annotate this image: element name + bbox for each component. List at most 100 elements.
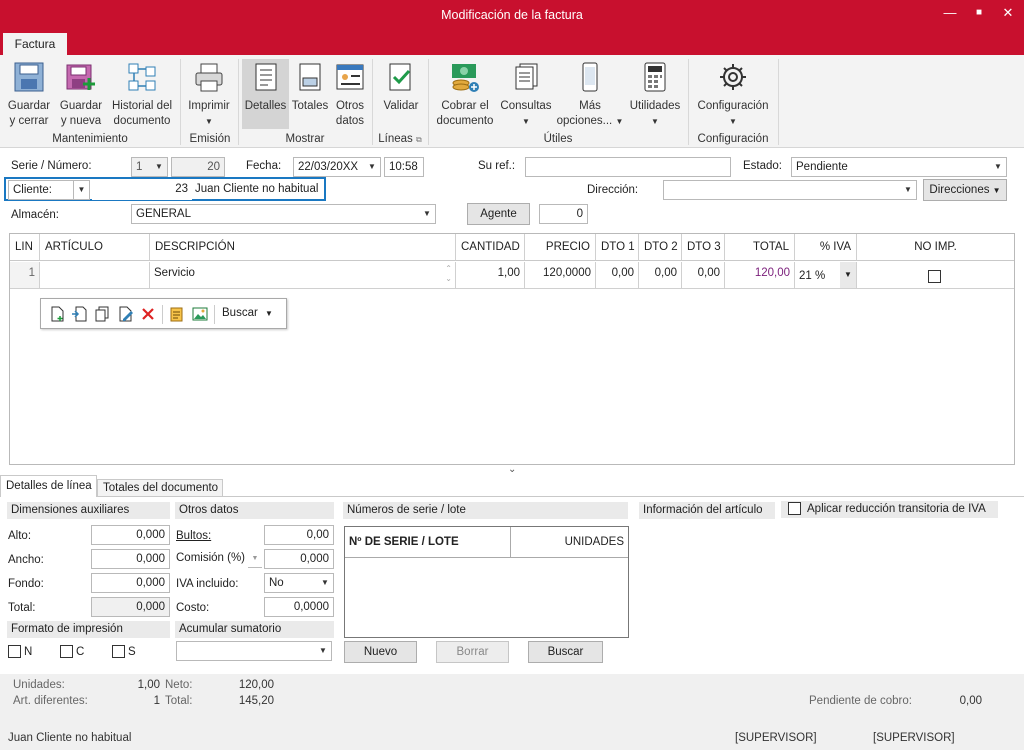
- maximize-button[interactable]: ■: [967, 4, 991, 24]
- scroll-arrows-icon: ⌃ ⌄: [445, 264, 452, 283]
- chevron-down-icon: ▼: [205, 117, 213, 126]
- minimize-button[interactable]: —: [938, 4, 962, 24]
- delete-line-icon[interactable]: [140, 306, 156, 322]
- history-button[interactable]: Historial del documento: [108, 61, 176, 129]
- direcciones-button[interactable]: Direcciones ▼: [923, 179, 1007, 201]
- save-close-button[interactable]: Guardar y cerrar: [4, 61, 54, 129]
- collect-button[interactable]: Cobrar el documento: [434, 61, 496, 129]
- col-lin[interactable]: LIN: [10, 234, 40, 261]
- lines-grid: LIN ARTÍCULO DESCRIPCIÓN CANTIDAD PRECIO…: [9, 233, 1015, 465]
- tab-factura[interactable]: Factura: [3, 33, 67, 56]
- col-descripcion[interactable]: DESCRIPCIÓN: [150, 234, 456, 261]
- row-iva-select[interactable]: 21 % ▼: [795, 262, 857, 289]
- save-close-icon: [14, 62, 44, 92]
- acumular-header: Acumular sumatorio: [175, 621, 334, 638]
- chevron-down-icon: ▼: [368, 162, 376, 171]
- queries-button[interactable]: Consultas ▼: [498, 61, 554, 129]
- acumular-select[interactable]: ▼: [176, 641, 332, 661]
- status-cliente: Juan Cliente no habitual: [8, 732, 132, 744]
- print-button[interactable]: Imprimir ▼: [185, 61, 233, 129]
- other-data-button[interactable]: Otros datos: [332, 61, 368, 129]
- row-articulo[interactable]: [40, 262, 150, 289]
- cliente-name: Juan Cliente no habitual: [195, 183, 319, 195]
- image-icon[interactable]: [192, 306, 208, 322]
- fondo-field[interactable]: 0,000: [91, 573, 170, 593]
- close-button[interactable]: ✕: [996, 4, 1020, 24]
- row-cantidad[interactable]: 1,00: [456, 262, 525, 289]
- direccion-label: Dirección:: [587, 184, 639, 196]
- ancho-field[interactable]: 0,000: [91, 549, 170, 569]
- comision-field[interactable]: 0,000: [264, 549, 334, 569]
- iva-incluido-select[interactable]: No ▼: [264, 573, 334, 593]
- bultos-field[interactable]: 0,00: [264, 525, 334, 545]
- col-iva[interactable]: % IVA: [795, 234, 857, 261]
- direccion-select[interactable]: ▼: [663, 180, 917, 200]
- edit-line-icon[interactable]: [117, 306, 133, 322]
- series-col-unidades[interactable]: UNIDADES: [511, 527, 628, 558]
- col-dto1[interactable]: DTO 1: [596, 234, 639, 261]
- row-dto2[interactable]: 0,00: [639, 262, 682, 289]
- almacen-select[interactable]: GENERAL ▼: [131, 204, 436, 224]
- cliente-type-select[interactable]: Cliente: ▼: [8, 180, 90, 200]
- notes-icon[interactable]: [169, 306, 185, 322]
- formato-n-checkbox[interactable]: [8, 645, 21, 658]
- costo-field[interactable]: 0,0000: [264, 597, 334, 617]
- row-descripcion[interactable]: Servicio ⌃ ⌄: [150, 262, 456, 289]
- pendiente-label: Pendiente de cobro:: [809, 695, 912, 707]
- group-configuracion: Configuración: [697, 133, 769, 145]
- serie-select[interactable]: 1 ▼: [131, 157, 168, 177]
- row-precio[interactable]: 120,0000: [525, 262, 596, 289]
- col-precio[interactable]: PRECIO: [525, 234, 596, 261]
- suref-field[interactable]: [525, 157, 731, 177]
- row-dto3[interactable]: 0,00: [682, 262, 725, 289]
- col-dto2[interactable]: DTO 2: [639, 234, 682, 261]
- col-dto3[interactable]: DTO 3: [682, 234, 725, 261]
- fecha-field[interactable]: 22/03/20XX ▼: [293, 157, 381, 177]
- series-col-serie[interactable]: Nº DE SERIE / LOTE: [345, 527, 511, 558]
- series-nuevo-button[interactable]: Nuevo: [344, 641, 417, 663]
- col-articulo[interactable]: ARTÍCULO: [40, 234, 150, 261]
- validate-button[interactable]: Validar: [378, 61, 424, 114]
- totals-button[interactable]: Totales: [290, 61, 330, 114]
- formato-c-checkbox[interactable]: [60, 645, 73, 658]
- chevron-down-icon: ▼: [729, 117, 737, 126]
- col-total[interactable]: TOTAL: [725, 234, 795, 261]
- configuration-button[interactable]: Configuración ▼: [694, 61, 772, 129]
- group-emision: Emisión: [189, 133, 231, 145]
- estado-select[interactable]: Pendiente ▼: [791, 157, 1007, 177]
- unidades-label: Unidades:: [13, 679, 65, 691]
- noimp-checkbox[interactable]: [928, 270, 941, 283]
- insert-line-icon[interactable]: [71, 306, 87, 322]
- chevron-down-icon: ▼: [319, 646, 327, 655]
- col-noimp[interactable]: NO IMP.: [857, 234, 1014, 261]
- details-button[interactable]: Detalles: [242, 59, 289, 129]
- unidades-value: 1,00: [137, 679, 160, 691]
- neto-value: 120,00: [238, 679, 274, 691]
- series-buscar-button[interactable]: Buscar: [528, 641, 603, 663]
- copy-line-icon[interactable]: [94, 306, 110, 322]
- hora-field[interactable]: 10:58: [384, 157, 424, 177]
- otros-datos-header: Otros datos: [175, 502, 334, 519]
- row-dto1[interactable]: 0,00: [596, 262, 639, 289]
- save-new-button[interactable]: Guardar y nueva: [56, 61, 106, 129]
- fondo-label: Fondo:: [8, 578, 44, 590]
- comision-dropdown-icon[interactable]: ▼: [248, 550, 262, 568]
- series-borrar-button[interactable]: Borrar: [436, 641, 509, 663]
- new-line-icon[interactable]: [49, 306, 65, 322]
- pendiente-value: 0,00: [959, 695, 982, 707]
- col-cantidad[interactable]: CANTIDAD: [456, 234, 525, 261]
- more-options-button[interactable]: Más opciones... ▼: [556, 61, 624, 129]
- formato-s-checkbox[interactable]: [112, 645, 125, 658]
- agente-button[interactable]: Agente: [467, 203, 530, 225]
- tab-detalles-linea[interactable]: Detalles de línea: [0, 475, 97, 497]
- alto-field[interactable]: 0,000: [91, 525, 170, 545]
- tab-totales-documento[interactable]: Totales del documento: [97, 479, 223, 497]
- utilities-button[interactable]: Utilidades ▼: [626, 61, 684, 129]
- reduccion-iva-checkbox[interactable]: [788, 502, 801, 515]
- numero-field[interactable]: 20: [171, 157, 225, 177]
- agente-field[interactable]: 0: [539, 204, 588, 224]
- splitter-chevron-icon[interactable]: ⌄: [508, 464, 516, 475]
- gear-icon: [720, 64, 746, 90]
- cliente-number-field[interactable]: 23: [92, 180, 192, 200]
- search-button[interactable]: Buscar ▼: [222, 307, 273, 319]
